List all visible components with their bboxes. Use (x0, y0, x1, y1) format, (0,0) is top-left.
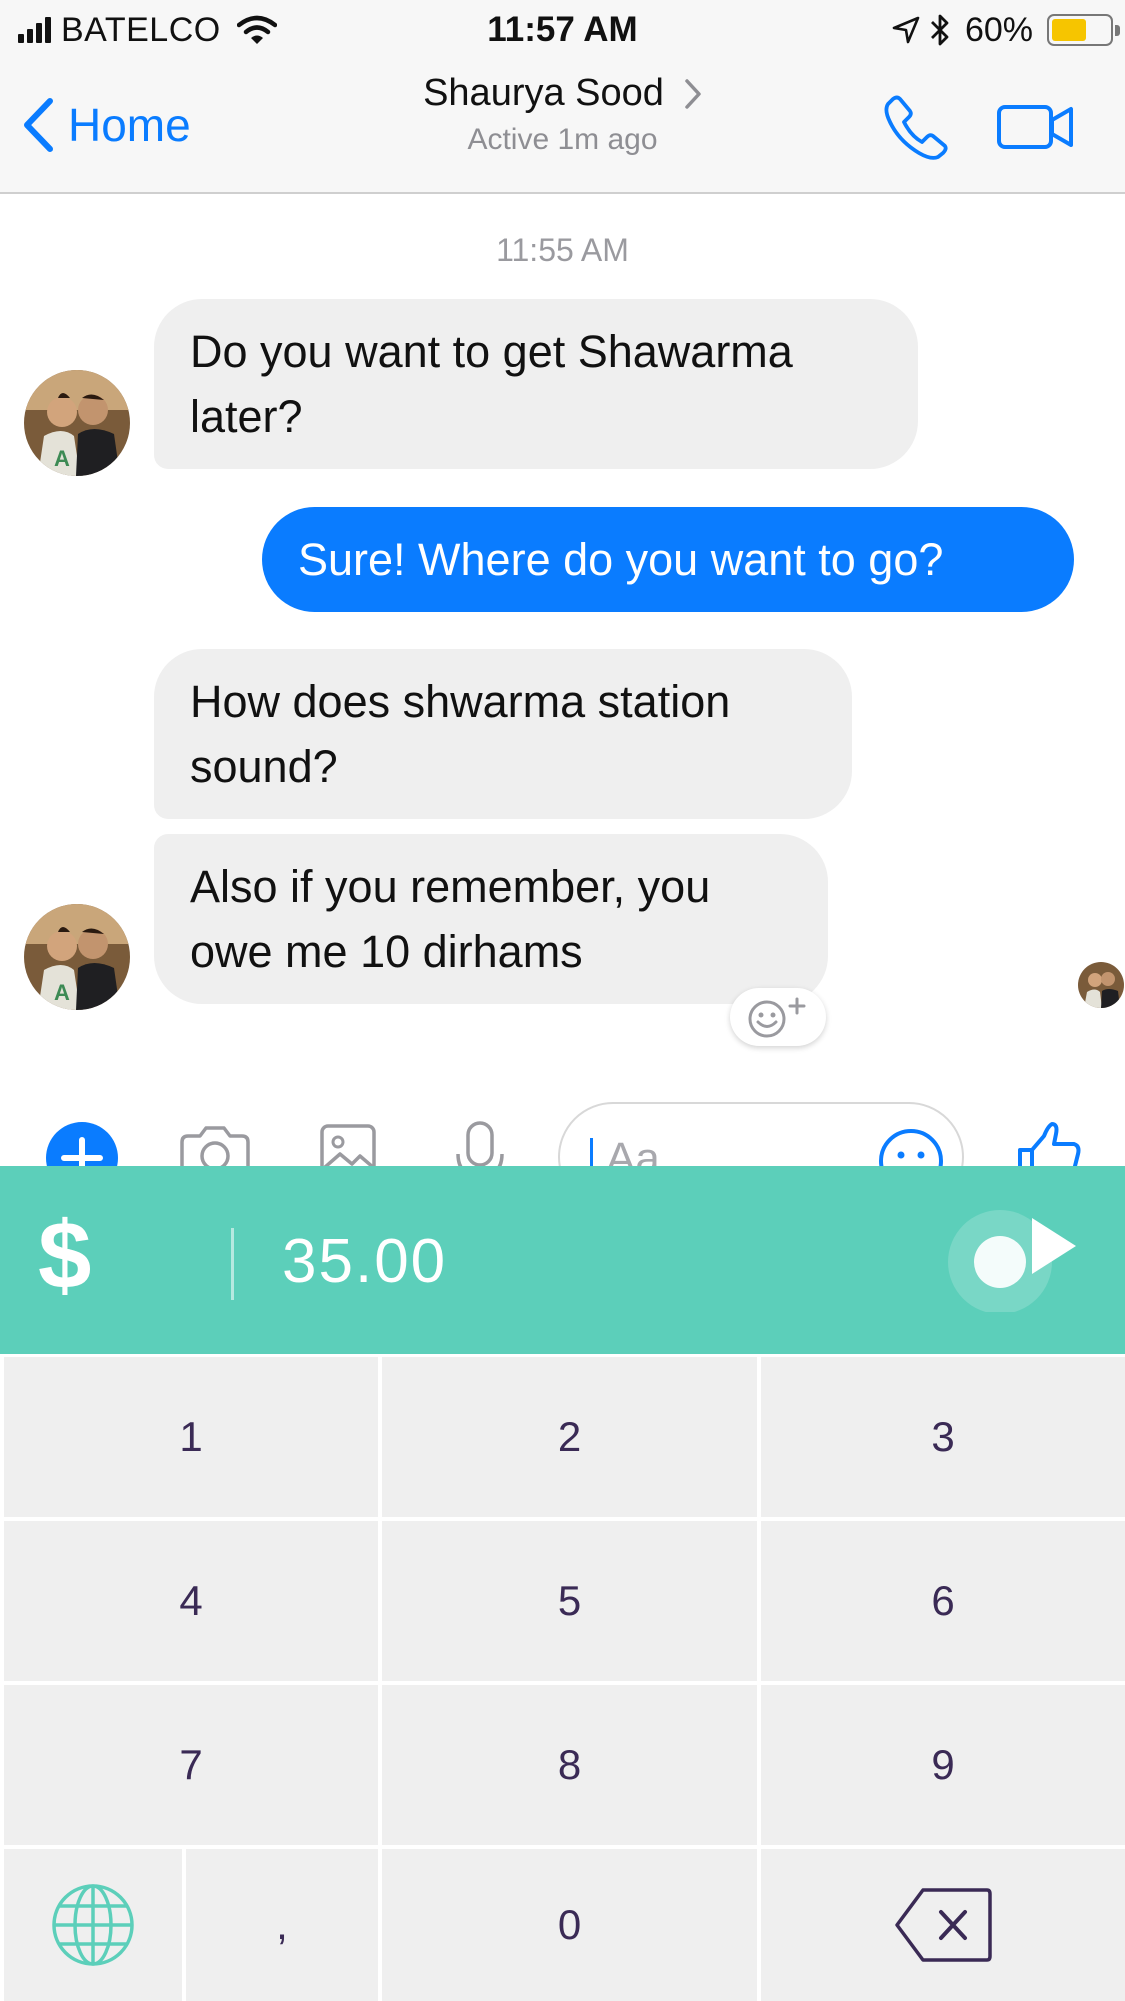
key-2[interactable]: 2 (382, 1357, 757, 1517)
key-7[interactable]: 7 (4, 1685, 378, 1845)
key-1[interactable]: 1 (4, 1357, 378, 1517)
key-5[interactable]: 5 (382, 1521, 757, 1681)
message-input[interactable]: Aa (558, 1102, 964, 1166)
backspace-key[interactable] (761, 1849, 1125, 2001)
video-camera-icon[interactable] (996, 102, 1076, 152)
key-8[interactable]: 8 (382, 1685, 757, 1845)
svg-text:A: A (54, 980, 70, 1005)
message-bubble-incoming[interactable]: How does shwarma station sound? (154, 649, 852, 819)
battery-percent: 60% (964, 10, 1033, 49)
read-receipt-avatar (1078, 962, 1124, 1008)
numeric-keypad: 1 2 3 4 5 6 7 8 9 , 0 (0, 1354, 1125, 2001)
emoji-plus-icon (748, 997, 806, 1038)
image-icon[interactable] (318, 1122, 378, 1166)
location-arrow-icon (892, 16, 920, 44)
plus-icon[interactable] (44, 1120, 120, 1166)
add-reaction-button[interactable] (730, 988, 826, 1046)
thumbs-up-icon[interactable] (1016, 1120, 1082, 1166)
contact-info[interactable]: Shaurya Sood Active 1m ago (0, 72, 1125, 157)
send-payment-button[interactable] (944, 1202, 1094, 1312)
contact-name: Shaurya Sood (423, 72, 664, 114)
backspace-icon (895, 1888, 992, 1962)
currency-symbol: $ (38, 1202, 92, 1309)
key-4[interactable]: 4 (4, 1521, 378, 1681)
avatar[interactable]: A (24, 904, 130, 1010)
bluetooth-icon (930, 14, 949, 46)
globe-key[interactable] (4, 1849, 182, 2001)
chevron-right-icon (685, 78, 701, 109)
conversation-header: Home Shaurya Sood Active 1m ago (0, 60, 1125, 194)
emoji-icon[interactable] (878, 1128, 944, 1166)
message-bubble-incoming[interactable]: Also if you remember, you owe me 10 dirh… (154, 834, 828, 1004)
message-composer: Aa (0, 1100, 1125, 1166)
key-9[interactable]: 9 (761, 1685, 1125, 1845)
key-comma[interactable]: , (186, 1849, 378, 2001)
camera-icon[interactable] (178, 1124, 252, 1166)
microphone-icon[interactable] (452, 1120, 508, 1166)
key-0[interactable]: 0 (382, 1849, 757, 2001)
phone-icon[interactable] (884, 94, 950, 160)
status-bar: BATELCO 11:57 AM 60% (0, 0, 1125, 60)
chat-timestamp: 11:55 AM (496, 232, 629, 268)
avatar[interactable]: A (24, 370, 130, 476)
svg-text:A: A (54, 446, 70, 471)
contact-active-status: Active 1m ago (467, 123, 658, 156)
globe-icon (52, 1884, 134, 1966)
status-right: 60% (891, 10, 1120, 50)
battery-icon (1047, 14, 1120, 46)
battery-fill (1052, 19, 1086, 41)
message-bubble-outgoing[interactable]: Sure! Where do you want to go? (262, 507, 1074, 612)
message-bubble-incoming[interactable]: Do you want to get Shawarma later? (154, 299, 918, 469)
message-input-placeholder: Aa (606, 1134, 660, 1166)
key-6[interactable]: 6 (761, 1521, 1125, 1681)
payment-amount-bar: $ 35.00 (0, 1166, 1125, 1354)
amount-field[interactable]: 35.00 (282, 1224, 447, 1300)
amount-divider (231, 1228, 234, 1300)
key-3[interactable]: 3 (761, 1357, 1125, 1517)
